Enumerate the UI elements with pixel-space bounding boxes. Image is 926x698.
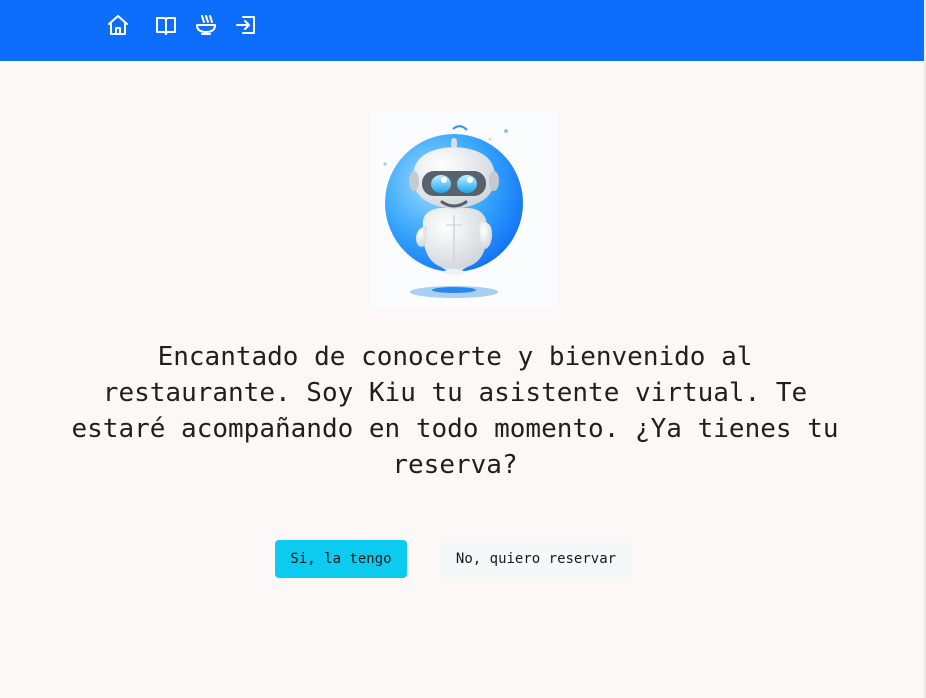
yes-have-reservation-button[interactable]: Si, la tengo xyxy=(275,540,407,578)
assistant-avatar xyxy=(371,111,557,307)
book-open-icon[interactable] xyxy=(154,13,178,37)
robot-illustration xyxy=(383,125,523,298)
login-icon[interactable] xyxy=(234,13,258,37)
bowl-icon[interactable] xyxy=(194,13,218,37)
make-reservation-button[interactable]: No, quiero reservar xyxy=(440,540,632,578)
top-navbar xyxy=(0,0,924,61)
home-icon[interactable] xyxy=(106,13,130,37)
page: Encantado de conocerte y bienvenido al r… xyxy=(0,0,926,698)
welcome-message: Encantado de conocerte y bienvenido al r… xyxy=(71,342,839,480)
